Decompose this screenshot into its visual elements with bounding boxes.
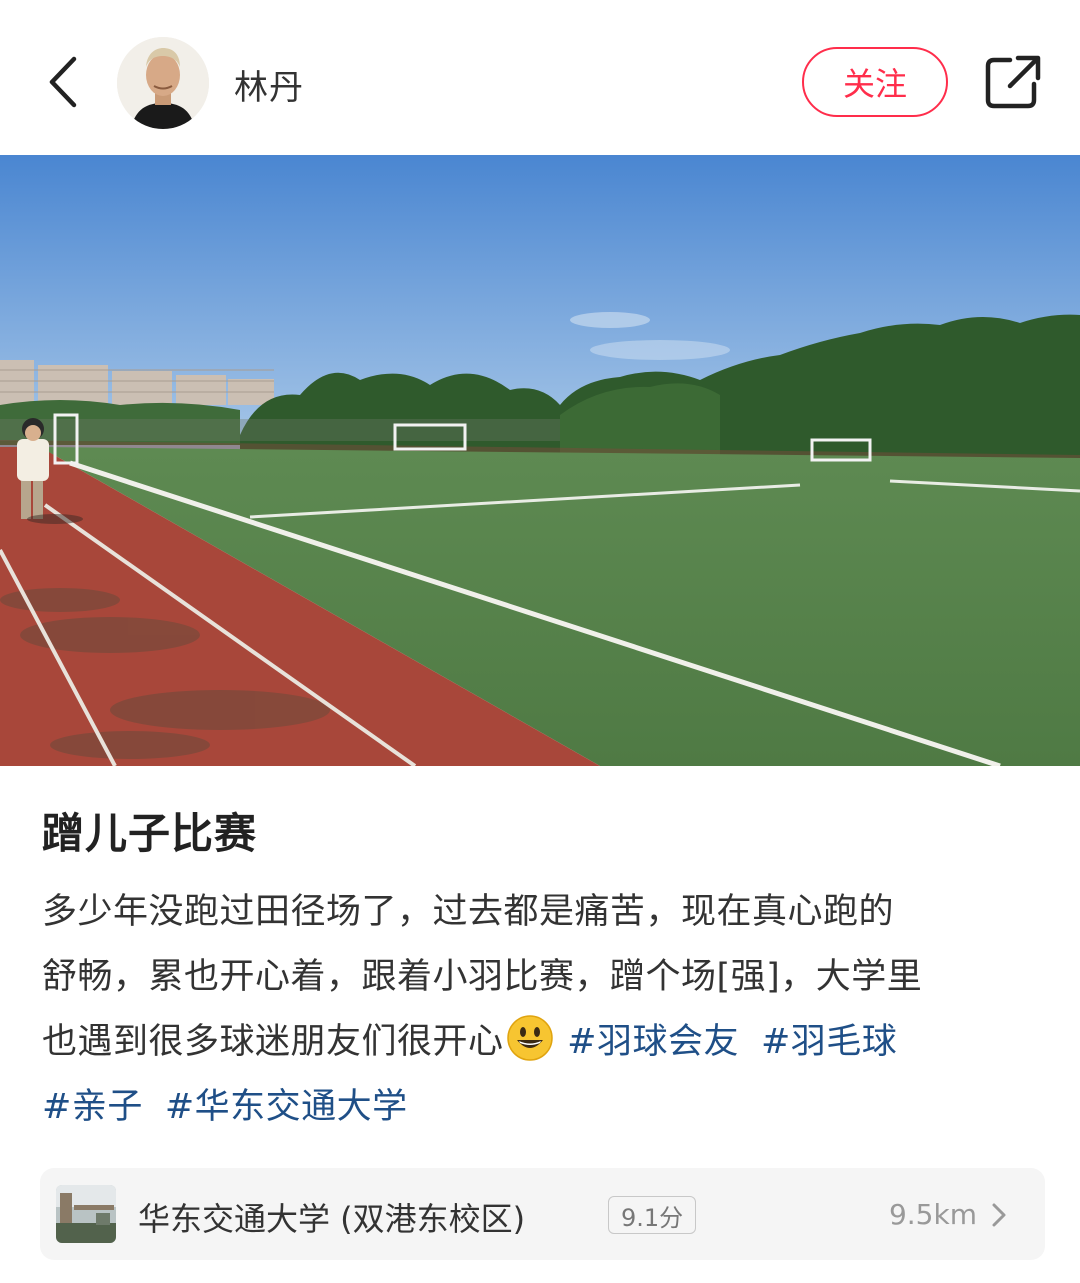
location-score-badge: 9.1分 <box>608 1196 697 1234</box>
location-distance: 9.5km <box>888 1198 977 1231</box>
back-button[interactable] <box>38 52 88 112</box>
chevron-right-icon <box>992 1203 1006 1227</box>
author-avatar[interactable] <box>117 37 209 129</box>
tag-link[interactable]: #亲子 <box>42 1087 143 1127</box>
location-thumbnail <box>56 1185 116 1243</box>
post-title: 蹭儿子比赛 <box>42 809 258 858</box>
chevron-left-icon <box>49 56 77 108</box>
share-external-icon <box>985 55 1041 109</box>
tag-link[interactable]: #羽毛球 <box>761 1022 897 1062</box>
body-line-3: 也遇到很多球迷朋友们很开心 <box>42 1022 504 1062</box>
location-name: 华东交通大学 (双港东校区) <box>138 1200 526 1238</box>
post-body: 多少年没跑过田径场了，过去都是痛苦，现在真心跑的 舒畅，累也开心着，跟着小羽比赛… <box>42 880 1052 1140</box>
author-name[interactable]: 林丹 <box>234 60 304 109</box>
post-photo[interactable] <box>0 155 1080 766</box>
share-button[interactable] <box>982 52 1044 112</box>
follow-button[interactable]: 关注 <box>802 47 948 117</box>
grinning-face-emoji <box>506 1015 553 1061</box>
tag-link[interactable]: #华东交通大学 <box>165 1087 408 1127</box>
body-line-2: 舒畅，累也开心着，跟着小羽比赛，蹭个场[强]，大学里 <box>42 957 923 997</box>
body-line-1: 多少年没跑过田径场了，过去都是痛苦，现在真心跑的 <box>42 892 895 932</box>
location-card[interactable]: 华东交通大学 (双港东校区) 9.1分 9.5km <box>40 1168 1045 1260</box>
tag-link[interactable]: #羽球会友 <box>567 1022 739 1062</box>
post-header: 林丹 关注 <box>0 0 1080 155</box>
